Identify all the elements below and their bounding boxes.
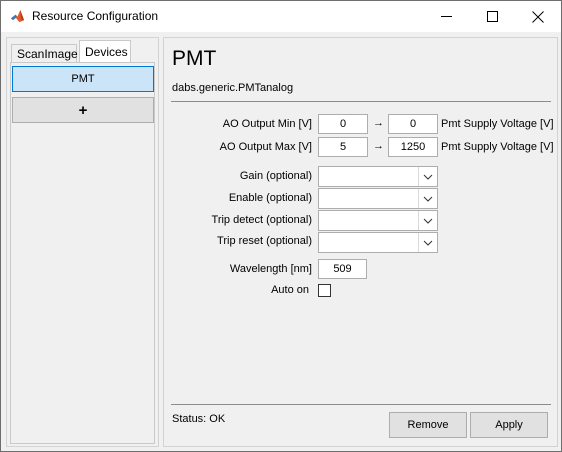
ao-min-to-input[interactable]: 0 [388, 114, 438, 134]
remove-button[interactable]: Remove [389, 412, 467, 438]
auto-on-checkbox[interactable] [318, 284, 331, 297]
matlab-icon [10, 9, 25, 24]
wavelength-label: Wavelength [nm] [229, 263, 312, 275]
chevron-down-icon [423, 196, 433, 202]
ao-min-arrow: → [373, 117, 384, 129]
ao-min-from-input[interactable]: 0 [318, 114, 368, 134]
apply-button[interactable]: Apply [470, 412, 548, 438]
gain-label: Gain (optional) [239, 170, 312, 182]
ao-max-from-input[interactable]: 5 [318, 137, 368, 157]
ao-min-unit: Pmt Supply Voltage [V] [441, 118, 554, 130]
auto-on-label: Auto on [271, 284, 309, 296]
close-button[interactable] [515, 1, 561, 32]
ao-max-arrow: → [373, 140, 384, 152]
gain-dropdown[interactable] [318, 166, 438, 187]
dropdown-separator [418, 211, 419, 230]
trip-detect-dropdown[interactable] [318, 210, 438, 231]
ao-max-to-input[interactable]: 1250 [388, 137, 438, 157]
tab-devices[interactable]: Devices [79, 40, 131, 64]
devices-tab-body: PMT + [10, 62, 155, 444]
chevron-down-icon [423, 240, 433, 246]
resource-configuration-window: Resource Configuration ScanImage Devices [0, 0, 562, 452]
device-item-label: PMT [71, 73, 95, 85]
tab-strip: ScanImage Devices [10, 40, 155, 64]
close-icon [532, 10, 544, 23]
dropdown-separator [418, 167, 419, 186]
trip-reset-label: Trip reset (optional) [217, 235, 312, 247]
device-class-name: dabs.generic.PMTanalog [172, 82, 294, 94]
device-config-panel: PMT dabs.generic.PMTanalog AO Output Min… [163, 37, 558, 447]
trip-detect-label: Trip detect (optional) [211, 214, 312, 226]
wavelength-input[interactable]: 509 [318, 259, 367, 279]
maximize-icon [486, 11, 498, 22]
divider-bottom [171, 404, 551, 405]
apply-button-label: Apply [495, 419, 523, 431]
device-title: PMT [172, 47, 217, 70]
minimize-button[interactable] [423, 1, 469, 32]
status-text: Status: OK [172, 413, 226, 425]
enable-dropdown[interactable] [318, 188, 438, 209]
remove-button-label: Remove [407, 419, 449, 431]
dropdown-separator [418, 233, 419, 252]
add-label: + [78, 101, 88, 119]
minimize-icon [440, 16, 452, 17]
window-title: Resource Configuration [32, 9, 159, 23]
ao-max-unit: Pmt Supply Voltage [V] [441, 141, 554, 153]
ao-min-label: AO Output Min [V] [222, 118, 312, 130]
device-item-pmt[interactable]: PMT [12, 66, 154, 92]
dropdown-separator [418, 189, 419, 208]
ao-max-label: AO Output Max [V] [219, 141, 312, 153]
trip-reset-dropdown[interactable] [318, 232, 438, 253]
title-bar[interactable]: Resource Configuration [1, 1, 561, 32]
chevron-down-icon [423, 174, 433, 180]
device-list-panel: ScanImage Devices PMT + [6, 37, 159, 447]
divider-top [171, 101, 551, 102]
add-device-button[interactable]: + [12, 97, 154, 123]
enable-label: Enable (optional) [228, 192, 312, 204]
chevron-down-icon [423, 218, 433, 224]
tab-scanimage[interactable]: ScanImage [11, 44, 78, 63]
maximize-button[interactable] [469, 1, 515, 32]
